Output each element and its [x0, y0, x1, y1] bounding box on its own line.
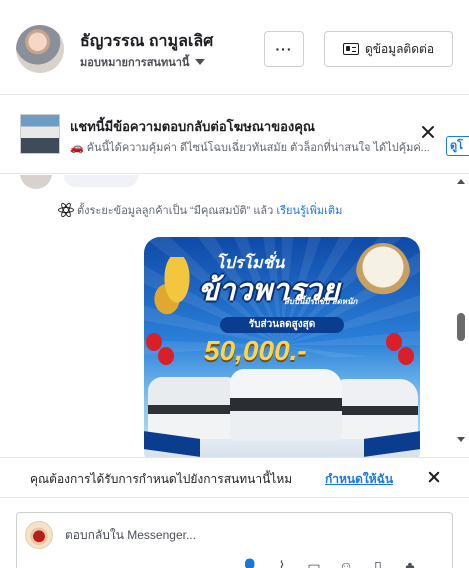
composer-toolbar: 👤 ⌇ ▭ ☺ ▯ ♣ — [241, 557, 419, 568]
learn-more-link[interactable]: เรียนรู้เพิ่มเติม — [276, 201, 342, 219]
close-ad-banner-icon[interactable] — [420, 124, 436, 140]
reply-composer: 👤 ⌇ ▭ ☺ ▯ ♣ — [16, 512, 453, 568]
add-person-icon[interactable]: 👤 — [241, 557, 259, 568]
contact-card-icon — [342, 43, 359, 55]
page-avatar — [25, 521, 53, 549]
scroll-down-arrow-icon[interactable] — [457, 437, 465, 442]
view-ad-button[interactable]: ดูโ — [446, 136, 469, 156]
scroll-up-arrow-icon[interactable] — [457, 179, 465, 184]
emoji-icon[interactable]: ☺ — [337, 557, 355, 568]
promo-tagline: สืบปีนี้มีรถขับ ลดหนัก — [284, 297, 358, 306]
message-thread: ตั้งระยะข้อมูลลูกค้าเป็น “มีคุณสมบัติ” แ… — [0, 175, 469, 457]
assign-label: มอบหมายการสนทนานี้ — [80, 57, 190, 69]
ad-banner-subtitle: 🚗 คันนี้ได้ความคุ้มค่า ดีไซน์โฉบเฉี่ยวทั… — [70, 142, 430, 154]
assign-reminder-text: คุณต้องการได้รับการกำหนดไปยังการสนทนานี้… — [30, 472, 293, 486]
promo-discount-label: รับส่วนลดสูงสุด — [220, 317, 344, 333]
customer-message-avatar — [20, 175, 52, 189]
car-hatchback-graphic — [332, 379, 418, 439]
messenger-chat-panel: ธัญวรรณ ถามูลเลิศ มอบหมายการสนทนานี้ ···… — [0, 0, 469, 568]
customer-avatar[interactable] — [16, 25, 64, 73]
scroll-thumb[interactable] — [457, 313, 465, 341]
composer-area: 👤 ⌇ ▭ ☺ ▯ ♣ — [0, 497, 469, 568]
view-contact-button[interactable]: ดูข้อมูลติดต่อ — [324, 31, 453, 67]
customer-name[interactable]: ธัญวรรณ ถามูลเลิศ — [80, 29, 213, 54]
previous-message-bubble[interactable] — [64, 175, 138, 187]
balloons-right-graphic — [386, 333, 416, 377]
rice-bowl-graphic — [356, 243, 410, 303]
assign-to-me-link[interactable]: กำหนดให้ฉัน — [325, 470, 393, 489]
caret-down-icon — [195, 59, 206, 65]
assign-conversation-dropdown[interactable]: มอบหมายการสนทนานี้ — [80, 53, 206, 71]
like-icon[interactable]: ♣ — [401, 557, 419, 568]
ad-image-message[interactable]: โปรโมชั่น ข้าวพารวย สืบปีนี้มีรถขับ ลดหน… — [144, 237, 420, 457]
assign-reminder-bar: คุณต้องการได้รับการกำหนดไปยังการสนทนานี้… — [0, 457, 469, 497]
view-contact-label: ดูข้อมูลติดต่อ — [364, 41, 435, 56]
lead-stage-icon — [58, 201, 74, 219]
balloons-left-graphic — [146, 333, 176, 377]
promo-amount: 50,000.- — [204, 335, 307, 366]
conversation-header: ธัญวรรณ ถามูลเลิศ มอบหมายการสนทนานี้ ···… — [0, 0, 469, 95]
attachment-icon[interactable]: ⌇ — [273, 557, 291, 568]
ad-banner-title: แชทนี้มีข้อความตอบกลับต่อโฆษณาของคุณ — [70, 119, 315, 134]
more-options-button[interactable]: ··· — [264, 31, 304, 67]
ad-thumbnail[interactable] — [20, 114, 60, 154]
wheat-graphic — [152, 257, 202, 327]
reply-input[interactable] — [65, 526, 435, 544]
system-note-text: ตั้งระยะข้อมูลลูกค้าเป็น “มีคุณสมบัติ” แ… — [77, 205, 274, 217]
message-scrollbar[interactable] — [456, 175, 466, 457]
system-note: ตั้งระยะข้อมูลลูกค้าเป็น “มีคุณสมบัติ” แ… — [58, 201, 342, 219]
payment-icon[interactable]: ▯ — [369, 557, 387, 568]
saved-reply-icon[interactable]: ▭ — [305, 557, 323, 568]
close-reminder-icon[interactable] — [427, 470, 441, 484]
ad-reply-banner: แชทนี้มีข้อความตอบกลับต่อโฆษณาของคุณ 🚗 ค… — [0, 96, 469, 174]
car-pickup-graphic — [230, 369, 342, 441]
